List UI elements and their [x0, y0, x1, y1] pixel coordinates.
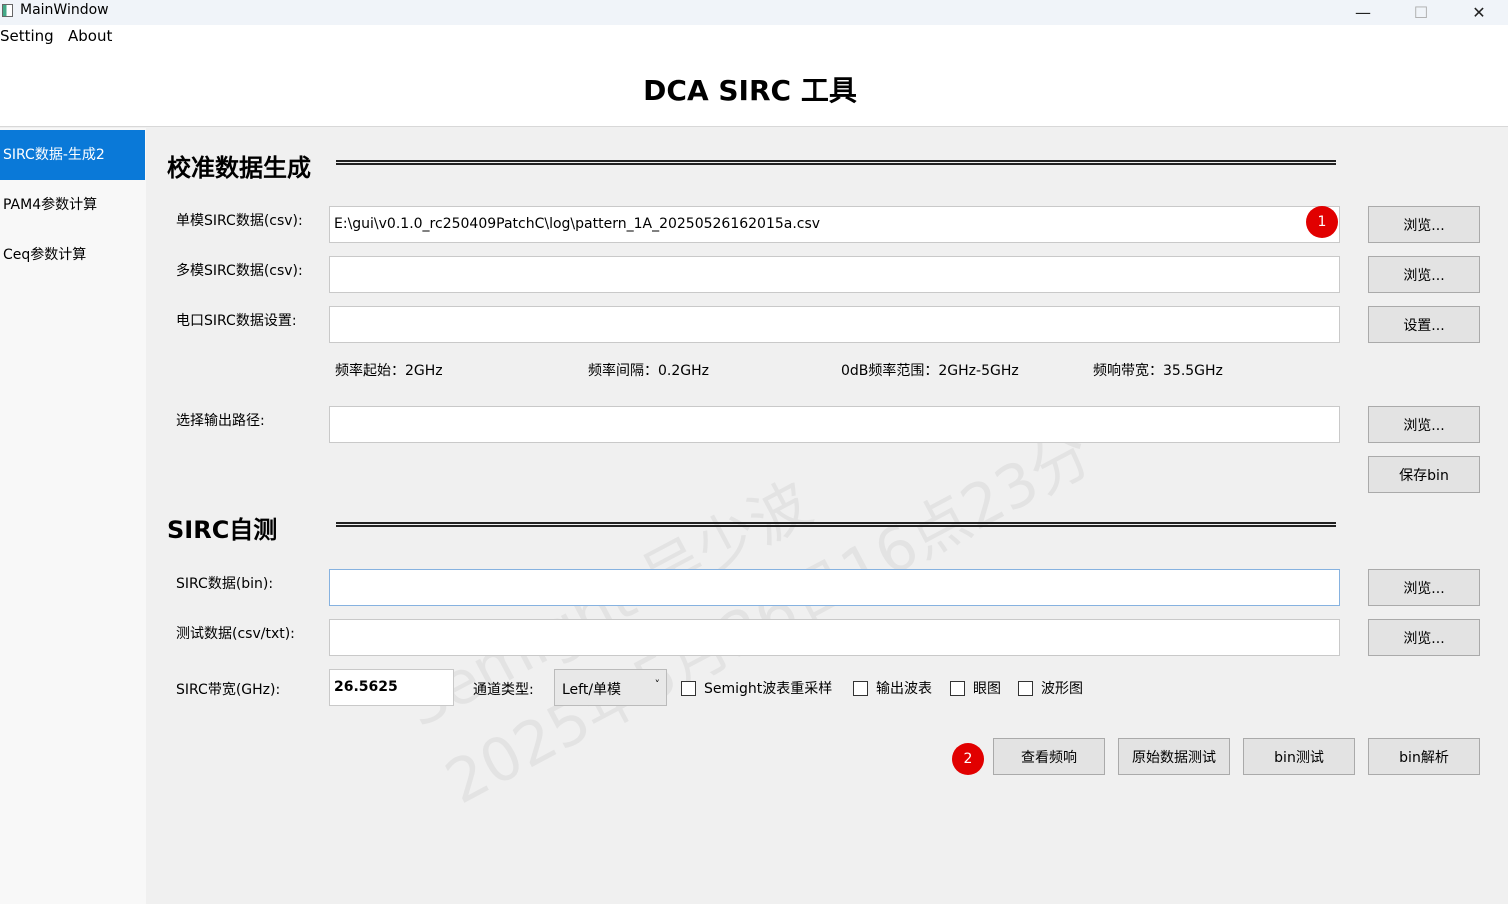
section-divider	[336, 160, 1336, 165]
sirc-bin-label: SIRC数据(bin):	[176, 576, 274, 592]
resample-label: Semight波表重采样	[704, 681, 833, 697]
view-freq-button[interactable]: 查看频响	[993, 738, 1105, 775]
checkbox-box[interactable]	[950, 680, 965, 696]
save-bin-button[interactable]: 保存bin	[1368, 456, 1480, 493]
channel-type-label: 通道类型:	[473, 682, 534, 698]
settings-button[interactable]: 设置...	[1368, 306, 1480, 343]
checkbox-box[interactable]	[1018, 680, 1033, 696]
app-header: DCA SIRC 工具	[0, 49, 1508, 127]
test-data-label: 测试数据(csv/txt):	[176, 626, 295, 642]
single-sirc-label: 单模SIRC数据(csv):	[176, 213, 303, 229]
output-path-input[interactable]	[329, 406, 1340, 443]
app-icon	[2, 4, 13, 17]
eye-diagram-checkbox[interactable]: 眼图	[950, 678, 1001, 698]
sidebar-item-ceq[interactable]: Ceq参数计算	[0, 230, 145, 280]
sirc-bw-input[interactable]: 26.5625	[329, 669, 454, 706]
chevron-down-icon: ˅	[654, 678, 661, 691]
checkbox-box[interactable]	[853, 680, 868, 696]
sidebar: SIRC数据-生成2 PAM4参数计算 Ceq参数计算	[0, 128, 146, 904]
maximize-button[interactable]: ☐	[1392, 0, 1450, 25]
waveform-checkbox[interactable]: 波形图	[1018, 678, 1083, 698]
resample-checkbox[interactable]: Semight波表重采样	[681, 678, 832, 698]
sirc-bw-label: SIRC带宽(GHz):	[176, 682, 281, 698]
channel-type-select[interactable]: Left/单模 ˅	[554, 669, 667, 706]
multi-sirc-label: 多模SIRC数据(csv):	[176, 263, 303, 279]
elec-sirc-label: 电口SIRC数据设置:	[176, 313, 297, 329]
freq-start-text: 频率起始：2GHz	[335, 363, 443, 379]
output-path-label: 选择输出路径:	[176, 413, 265, 429]
browse-test-button[interactable]: 浏览...	[1368, 619, 1480, 656]
test-data-input[interactable]	[329, 619, 1340, 656]
bin-test-button[interactable]: bin测试	[1243, 738, 1355, 775]
annotation-badge-1: 1	[1306, 206, 1338, 238]
menu-about[interactable]: About	[68, 27, 112, 45]
browse-single-button[interactable]: 浏览...	[1368, 206, 1480, 243]
checkbox-box[interactable]	[681, 680, 696, 696]
bandwidth-text: 频响带宽：35.5GHz	[1093, 363, 1223, 379]
freq-range-text: 0dB频率范围：2GHz-5GHz	[841, 363, 1019, 379]
minimize-button[interactable]: —	[1334, 0, 1392, 25]
window-title: MainWindow	[20, 2, 109, 18]
menu-setting[interactable]: Setting	[0, 27, 54, 45]
sirc-bin-input[interactable]	[329, 569, 1340, 606]
main-panel: Semight 吴少波2025年5月26日16点23分 校准数据生成 单模SIR…	[146, 128, 1508, 904]
sidebar-item-sirc-gen[interactable]: SIRC数据-生成2	[0, 130, 145, 180]
elec-sirc-input[interactable]	[329, 306, 1340, 343]
title-bar: MainWindow — ☐ ✕	[0, 0, 1508, 25]
eye-diagram-label: 眼图	[973, 681, 1001, 697]
section-divider	[336, 522, 1336, 527]
browse-bin-button[interactable]: 浏览...	[1368, 569, 1480, 606]
channel-type-value: Left/单模	[562, 682, 622, 698]
menu-bar: Setting About	[0, 25, 1508, 49]
output-wave-checkbox[interactable]: 输出波表	[853, 678, 932, 698]
annotation-badge-2: 2	[952, 743, 984, 775]
output-wave-label: 输出波表	[876, 681, 932, 697]
multi-sirc-input[interactable]	[329, 256, 1340, 293]
section-title-selftest: SIRC自测	[167, 516, 278, 544]
browse-multi-button[interactable]: 浏览...	[1368, 256, 1480, 293]
waveform-label: 波形图	[1041, 681, 1083, 697]
section-title-calib: 校准数据生成	[167, 154, 311, 182]
freq-step-text: 频率间隔：0.2GHz	[588, 363, 709, 379]
single-sirc-input[interactable]: E:\gui\v0.1.0_rc250409PatchC\log\pattern…	[329, 206, 1340, 243]
raw-data-test-button[interactable]: 原始数据测试	[1118, 738, 1230, 775]
close-button[interactable]: ✕	[1450, 0, 1508, 25]
browse-output-button[interactable]: 浏览...	[1368, 406, 1480, 443]
sidebar-item-pam4[interactable]: PAM4参数计算	[0, 180, 145, 230]
bin-parse-button[interactable]: bin解析	[1368, 738, 1480, 775]
app-title: DCA SIRC 工具	[643, 74, 857, 107]
